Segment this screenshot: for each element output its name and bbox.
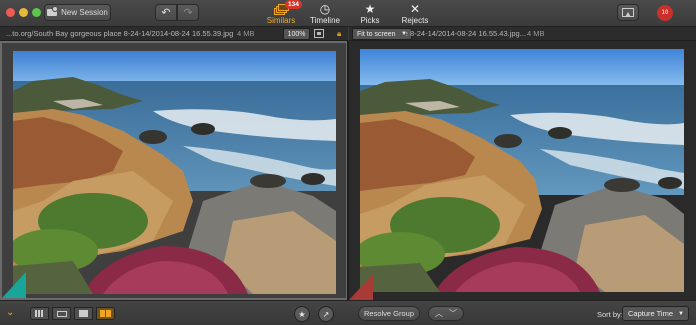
minimize-window-button[interactable]: [19, 8, 28, 17]
tab-label: Picks: [360, 16, 380, 25]
star-icon: ★: [298, 309, 306, 319]
bottom-bar: ⌄ ★ ↗ Resolve Group ︿ ﹀ Sort by: Capture…: [0, 300, 696, 325]
right-file-size: 4 MB: [527, 29, 545, 38]
grid-view-button[interactable]: [30, 307, 49, 320]
undo-icon: ↶: [161, 7, 171, 19]
grid-icon: [35, 310, 44, 317]
image-icon: [622, 8, 634, 17]
left-file-path: ...to.org/South Bay gorgeous place 8-24-…: [6, 29, 234, 38]
tab-label: Timeline: [310, 16, 340, 25]
star-icon: ★: [364, 2, 376, 16]
image-view-button[interactable]: [617, 4, 639, 21]
sort-by-label: Sort by:: [597, 310, 623, 319]
similars-count-badge: 134: [285, 0, 302, 9]
toolbar: New Session ↶ ↷ 134 Similars ◷ Timeline …: [0, 0, 696, 27]
fit-frame-icon[interactable]: [314, 29, 324, 38]
tab-rejects[interactable]: ✕ Rejects: [400, 0, 430, 27]
zoom-window-button[interactable]: [32, 8, 41, 17]
tab-label: Similars: [266, 16, 296, 25]
single-view-button[interactable]: [74, 307, 93, 320]
single-image-icon: [79, 310, 88, 317]
redo-button[interactable]: ↷: [177, 4, 199, 21]
tab-picks[interactable]: ★ Picks: [357, 0, 383, 27]
compare-view-button[interactable]: [96, 307, 115, 320]
compare-icon: [100, 310, 111, 317]
chevron-down-icon[interactable]: ⌄: [6, 307, 14, 318]
chevron-up-icon[interactable]: ︿: [435, 308, 443, 319]
tab-timeline[interactable]: ◷ Timeline: [309, 0, 341, 27]
sort-by-select[interactable]: Capture Time ▼: [622, 306, 689, 321]
new-session-button[interactable]: New Session: [44, 4, 111, 21]
share-icon: ↗: [322, 309, 330, 319]
redo-icon: ↷: [183, 7, 193, 19]
lock-icon[interactable]: 🔒︎: [337, 29, 341, 39]
clock-icon: ◷: [319, 2, 331, 16]
coastal-photo-image: [360, 49, 684, 292]
sort-select-value: Capture Time: [628, 309, 674, 318]
zoom-level-field[interactable]: 100%: [283, 28, 310, 40]
left-file-size: 4 MB: [237, 29, 255, 38]
new-session-label: New Session: [61, 8, 108, 17]
app-window: New Session ↶ ↷ 134 Similars ◷ Timeline …: [0, 0, 696, 325]
x-icon: ✕: [409, 2, 421, 16]
folder-plus-icon: [47, 7, 58, 16]
right-file-path: ...to.org/South Bay gorgeous place 8-24-…: [406, 29, 526, 38]
right-photo-pane[interactable]: [349, 41, 696, 300]
left-photo-pane[interactable]: [0, 41, 348, 300]
close-window-button[interactable]: [6, 8, 15, 17]
notifications-button[interactable]: 10: [657, 5, 673, 21]
list-view-button[interactable]: [52, 307, 71, 320]
chevron-down-icon: ▼: [678, 310, 684, 317]
share-button[interactable]: ↗: [318, 306, 334, 322]
resolve-group-button[interactable]: Resolve Group: [358, 306, 420, 321]
undo-button[interactable]: ↶: [155, 4, 177, 21]
reject-marker-red: [349, 274, 373, 300]
left-photo[interactable]: [13, 51, 336, 294]
pick-marker-teal: [2, 272, 26, 298]
right-photo[interactable]: [360, 49, 684, 292]
right-info-bar: Fit to screen ▼ ...to.org/South Bay gorg…: [349, 27, 696, 41]
left-info-bar: ...to.org/South Bay gorgeous place 8-24-…: [0, 27, 348, 41]
fit-select-value: Fit to screen: [357, 30, 396, 38]
group-nav-buttons[interactable]: ︿ ﹀: [428, 306, 464, 321]
notifications-count: 10: [661, 10, 669, 16]
tab-similars[interactable]: 134 Similars: [264, 0, 302, 27]
pick-star-button[interactable]: ★: [294, 306, 310, 322]
list-icon: [56, 310, 67, 317]
chevron-down-icon[interactable]: ﹀: [449, 308, 457, 319]
coastal-photo-image: [13, 51, 336, 294]
tab-label: Rejects: [401, 16, 429, 25]
fit-to-screen-select[interactable]: Fit to screen ▼: [352, 28, 412, 40]
